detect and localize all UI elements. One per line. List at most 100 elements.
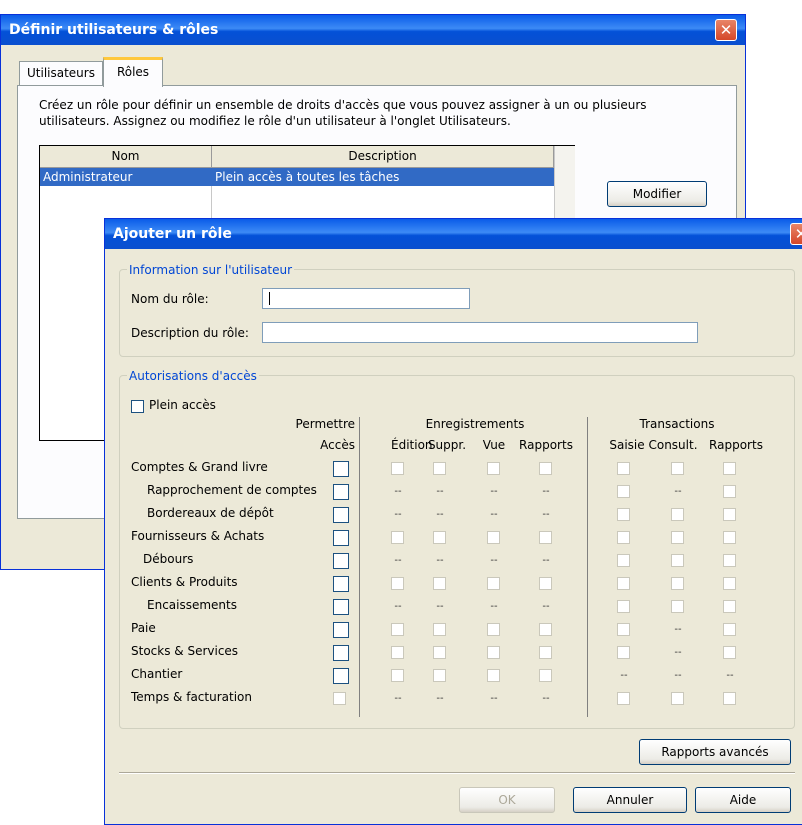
close-icon[interactable]: ✕ bbox=[715, 19, 737, 41]
permission-checkbox[interactable] bbox=[433, 646, 446, 659]
full-access-checkbox[interactable] bbox=[131, 400, 144, 413]
not-applicable-dash: -- bbox=[620, 670, 628, 681]
close-icon[interactable]: ✕ bbox=[790, 223, 802, 245]
permission-checkbox[interactable] bbox=[617, 462, 630, 475]
allow-access-checkbox[interactable] bbox=[333, 461, 349, 477]
permission-checkbox[interactable] bbox=[539, 531, 552, 544]
permission-checkbox[interactable] bbox=[539, 623, 552, 636]
modify-button[interactable]: Modifier bbox=[607, 181, 707, 207]
permission-checkbox[interactable] bbox=[723, 462, 736, 475]
permission-checkbox[interactable] bbox=[391, 623, 404, 636]
permission-checkbox[interactable] bbox=[539, 462, 552, 475]
allow-access-checkbox[interactable] bbox=[333, 645, 349, 661]
permission-checkbox[interactable] bbox=[723, 485, 736, 498]
permission-checkbox[interactable] bbox=[487, 462, 500, 475]
allow-access-checkbox[interactable] bbox=[333, 484, 349, 500]
permission-checkbox[interactable] bbox=[723, 554, 736, 567]
table-header-name[interactable]: Nom bbox=[40, 146, 212, 168]
permission-checkbox[interactable] bbox=[671, 600, 684, 613]
permission-checkbox[interactable] bbox=[391, 669, 404, 682]
permission-checkbox[interactable] bbox=[671, 531, 684, 544]
back-window-titlebar[interactable]: Définir utilisateurs & rôles ✕ bbox=[1, 15, 745, 45]
allow-access-checkbox[interactable] bbox=[333, 622, 349, 638]
not-applicable-dash: -- bbox=[490, 509, 498, 520]
permission-checkbox[interactable] bbox=[617, 646, 630, 659]
permission-checkbox[interactable] bbox=[487, 531, 500, 544]
sub-header: Édition bbox=[391, 438, 433, 452]
permission-row-label: Débours bbox=[143, 552, 194, 566]
permission-checkbox[interactable] bbox=[391, 577, 404, 590]
ok-button[interactable]: OK bbox=[459, 787, 555, 813]
permission-checkbox[interactable] bbox=[671, 554, 684, 567]
permission-checkbox[interactable] bbox=[391, 646, 404, 659]
permission-checkbox[interactable] bbox=[433, 462, 446, 475]
permission-checkbox[interactable] bbox=[723, 623, 736, 636]
permission-checkbox[interactable] bbox=[723, 577, 736, 590]
role-name-input[interactable] bbox=[262, 288, 470, 309]
permission-checkbox[interactable] bbox=[671, 692, 684, 705]
not-applicable-dash: -- bbox=[436, 509, 444, 520]
not-applicable-dash: -- bbox=[490, 555, 498, 566]
permission-checkbox[interactable] bbox=[723, 692, 736, 705]
allow-access-checkbox[interactable] bbox=[333, 507, 349, 523]
not-applicable-dash: -- bbox=[674, 670, 682, 681]
permission-checkbox[interactable] bbox=[391, 462, 404, 475]
permission-checkbox[interactable] bbox=[487, 646, 500, 659]
sub-header: Suppr. bbox=[427, 438, 467, 452]
permission-checkbox[interactable] bbox=[433, 669, 446, 682]
permission-checkbox[interactable] bbox=[487, 623, 500, 636]
permission-checkbox[interactable] bbox=[671, 508, 684, 521]
permission-checkbox[interactable] bbox=[671, 577, 684, 590]
tab-roles[interactable]: Rôles bbox=[103, 57, 163, 87]
allow-access-checkbox[interactable] bbox=[333, 530, 349, 546]
advanced-reports-button[interactable]: Rapports avancés bbox=[639, 739, 791, 765]
permission-checkbox[interactable] bbox=[539, 646, 552, 659]
permission-checkbox[interactable] bbox=[391, 531, 404, 544]
permission-checkbox[interactable] bbox=[433, 623, 446, 636]
permission-checkbox[interactable] bbox=[539, 577, 552, 590]
permission-checkbox[interactable] bbox=[487, 669, 500, 682]
not-applicable-dash: -- bbox=[394, 486, 402, 497]
table-header-description[interactable]: Description bbox=[212, 146, 554, 168]
role-description-input[interactable] bbox=[262, 322, 698, 343]
permission-checkbox[interactable] bbox=[433, 531, 446, 544]
not-applicable-dash: -- bbox=[542, 601, 550, 612]
tab-users[interactable]: Utilisateurs bbox=[19, 61, 103, 85]
header-permettre: Permettre bbox=[295, 417, 355, 431]
permission-checkbox[interactable] bbox=[539, 669, 552, 682]
permission-checkbox[interactable] bbox=[723, 531, 736, 544]
allow-access-checkbox[interactable] bbox=[333, 576, 349, 592]
permission-checkbox[interactable] bbox=[617, 531, 630, 544]
not-applicable-dash: -- bbox=[394, 693, 402, 704]
allow-access-checkbox[interactable] bbox=[333, 553, 349, 569]
table-cell-name: Administrateur bbox=[43, 170, 133, 184]
permission-checkbox[interactable] bbox=[671, 462, 684, 475]
permission-checkbox[interactable] bbox=[617, 692, 630, 705]
not-applicable-dash: -- bbox=[490, 693, 498, 704]
help-button[interactable]: Aide bbox=[695, 787, 791, 813]
allow-access-checkbox[interactable] bbox=[333, 599, 349, 615]
not-applicable-dash: -- bbox=[490, 601, 498, 612]
allow-access-checkbox[interactable] bbox=[333, 668, 349, 684]
advanced-reports-label: Rapports avancés bbox=[661, 745, 769, 759]
allow-access-checkbox[interactable] bbox=[333, 692, 346, 705]
not-applicable-dash: -- bbox=[394, 509, 402, 520]
sub-header: Vue bbox=[482, 438, 506, 452]
permission-checkbox[interactable] bbox=[723, 646, 736, 659]
permission-checkbox[interactable] bbox=[617, 623, 630, 636]
cancel-button-label: Annuler bbox=[606, 793, 654, 807]
permission-checkbox[interactable] bbox=[617, 554, 630, 567]
permission-checkbox[interactable] bbox=[617, 577, 630, 590]
permission-checkbox[interactable] bbox=[617, 508, 630, 521]
tab-roles-label: Rôles bbox=[116, 65, 150, 79]
permission-checkbox[interactable] bbox=[617, 600, 630, 613]
permission-checkbox[interactable] bbox=[723, 600, 736, 613]
dialog-titlebar[interactable]: Ajouter un rôle ✕ bbox=[105, 219, 802, 249]
cancel-button[interactable]: Annuler bbox=[573, 787, 687, 813]
permission-checkbox[interactable] bbox=[723, 508, 736, 521]
permission-checkbox[interactable] bbox=[487, 577, 500, 590]
permission-checkbox[interactable] bbox=[617, 485, 630, 498]
table-row[interactable]: Administrateur Plein accès à toutes les … bbox=[40, 168, 554, 186]
info-group bbox=[119, 269, 795, 357]
permission-checkbox[interactable] bbox=[433, 577, 446, 590]
